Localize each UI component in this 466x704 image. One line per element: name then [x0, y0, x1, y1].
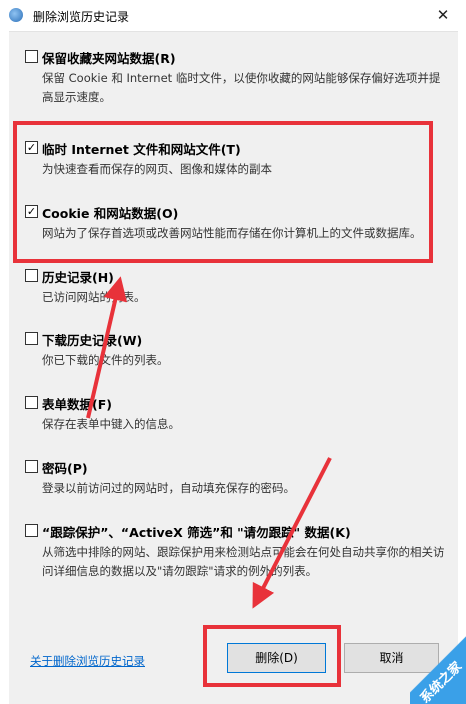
delete-button[interactable]: 删除(D)	[227, 643, 326, 673]
about-deleting-history-link[interactable]: 关于删除浏览历史记录	[30, 653, 145, 669]
option-description: 为快速查看而保存的网页、图像和媒体的副本	[42, 162, 272, 176]
close-button[interactable]: ✕	[432, 5, 454, 25]
title-bar: 删除浏览历史记录 ✕	[0, 0, 466, 32]
watermark-text: 系统之家	[417, 659, 466, 704]
option-description: 保存在表单中键入的信息。	[42, 417, 180, 431]
option-title: 表单数据(F)	[42, 397, 112, 412]
option-title: 密码(P)	[42, 461, 88, 476]
site-watermark: 系统之家	[410, 636, 466, 704]
checkbox-cookies[interactable]: ✓	[25, 205, 38, 218]
option-description: 已访问网站的列表。	[42, 290, 146, 304]
option-description: 从筛选中排除的网站、跟踪保护用来检测站点可能会在何处自动共享你的相关访问详细信息…	[42, 545, 445, 578]
window-frame-left	[0, 31, 9, 704]
checkbox-tracking-protection[interactable]	[25, 524, 38, 537]
checkbox-temporary-files[interactable]: ✓	[25, 141, 38, 154]
option-title: “跟踪保护”、“ActiveX 筛选”和 "请勿跟踪" 数据(K)	[42, 525, 351, 540]
checkbox-form-data[interactable]	[25, 396, 38, 409]
window-frame-right	[458, 31, 466, 704]
option-description: 网站为了保存首选项或改善网站性能而存储在你计算机上的文件或数据库。	[42, 226, 422, 240]
option-description: 登录以前访问过的网站时，自动填充保存的密码。	[42, 481, 295, 495]
option-title: 历史记录(H)	[42, 270, 114, 285]
option-title: Cookie 和网站数据(O)	[42, 206, 179, 221]
checkbox-preserve-favorites[interactable]	[25, 50, 38, 63]
window-title: 删除浏览历史记录	[33, 10, 130, 24]
option-title: 临时 Internet 文件和网站文件(T)	[42, 142, 241, 157]
option-title: 下载历史记录(W)	[42, 333, 143, 348]
option-title: 保留收藏夹网站数据(R)	[42, 51, 176, 66]
option-description: 保留 Cookie 和 Internet 临时文件，以使你收藏的网站能够保存偏好…	[42, 71, 441, 104]
option-description: 你已下载的文件的列表。	[42, 353, 169, 367]
checkbox-history[interactable]	[25, 269, 38, 282]
checkbox-download-history[interactable]	[25, 332, 38, 345]
internet-explorer-icon	[9, 8, 23, 22]
checkbox-passwords[interactable]	[25, 460, 38, 473]
